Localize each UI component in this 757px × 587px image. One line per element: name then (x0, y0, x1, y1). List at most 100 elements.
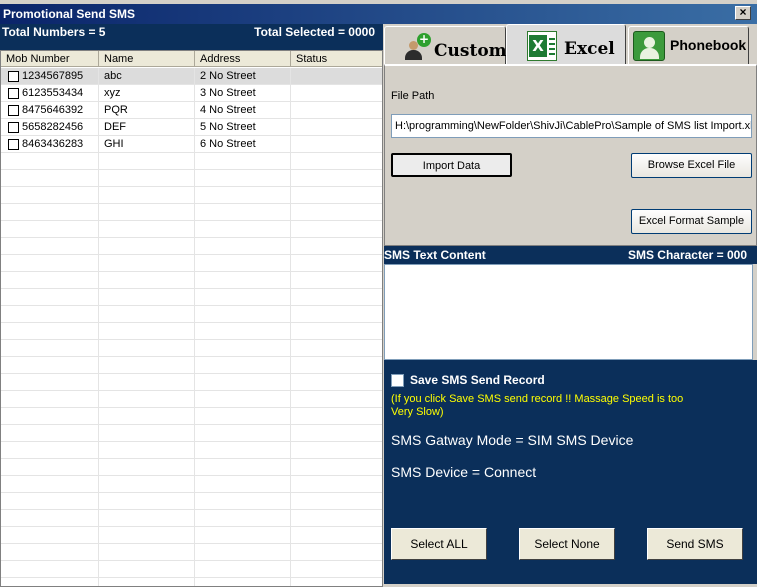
row-checkbox[interactable] (8, 71, 19, 82)
import-data-button[interactable]: Import Data (391, 153, 512, 177)
title-bar: Promotional Send SMS × (0, 4, 757, 24)
name-cell: xyz (99, 85, 195, 102)
source-tabs: + Custome X Excel Phonebook (384, 24, 757, 64)
total-selected: Total Selected = 0000 (254, 25, 375, 39)
name-cell: GHI (99, 136, 195, 153)
empty-row (1, 391, 382, 408)
sms-window: Promotional Send SMS × Total Numbers = 5… (0, 0, 757, 587)
table-row[interactable]: 6123553434 xyz 3 No Street (1, 85, 382, 102)
mob-number-cell: 8463436283 (1, 136, 99, 153)
row-checkbox[interactable] (8, 88, 19, 99)
excel-format-sample-button[interactable]: Excel Format Sample (631, 209, 752, 234)
excel-panel: File Path H:\programming\NewFolder\ShivJ… (384, 64, 757, 246)
empty-row (1, 170, 382, 187)
close-icon[interactable]: × (735, 6, 751, 20)
name-cell: PQR (99, 102, 195, 119)
status-cell (291, 119, 382, 136)
tab-excel-label: Excel (564, 39, 615, 59)
status-cell (291, 102, 382, 119)
contacts-grid: Mob Number Name Address Status 123456789… (0, 50, 383, 587)
excel-icon: X (527, 31, 557, 61)
address-cell: 6 No Street (195, 136, 291, 153)
send-panel: Save SMS Send Record (If you click Save … (384, 360, 757, 584)
add-contact-icon: + (403, 33, 431, 61)
mob-number-cell: 6123553434 (1, 85, 99, 102)
browse-excel-button[interactable]: Browse Excel File (631, 153, 752, 178)
empty-row (1, 408, 382, 425)
status-cell (291, 136, 382, 153)
select-none-button[interactable]: Select None (519, 528, 615, 560)
grid-rows: 1234567895 abc 2 No Street 6123553434 xyz 3 N… (1, 68, 382, 586)
mob-number-cell: 8475646392 (1, 102, 99, 119)
empty-row (1, 425, 382, 442)
address-cell: 2 No Street (195, 68, 291, 85)
empty-row (1, 357, 382, 374)
empty-row (1, 561, 382, 578)
col-header-address[interactable]: Address (195, 51, 291, 67)
address-cell: 5 No Street (195, 119, 291, 136)
send-sms-button[interactable]: Send SMS (647, 528, 743, 560)
phonebook-icon (633, 31, 665, 61)
mob-number-cell: 1234567895 (1, 68, 99, 85)
file-path-input[interactable]: H:\programming\NewFolder\ShivJi\CablePro… (391, 114, 752, 138)
total-numbers: Total Numbers = 5 (2, 25, 106, 39)
tab-excel[interactable]: X Excel (506, 24, 626, 64)
table-row[interactable]: 8475646392 PQR 4 No Street (1, 102, 382, 119)
address-cell: 3 No Street (195, 85, 291, 102)
contacts-pane: Total Numbers = 5 Total Selected = 0000 … (0, 24, 383, 587)
empty-row (1, 442, 382, 459)
speed-warning: (If you click Save SMS send record !! Ma… (391, 393, 684, 418)
empty-row (1, 544, 382, 561)
table-row[interactable]: 1234567895 abc 2 No Street (1, 68, 382, 85)
table-row[interactable]: 5658282456 DEF 5 No Street (1, 119, 382, 136)
col-header-mob-number[interactable]: Mob Number (1, 51, 99, 67)
empty-row (1, 493, 382, 510)
empty-row (1, 459, 382, 476)
empty-row (1, 204, 382, 221)
table-row[interactable]: 8463436283 GHI 6 No Street (1, 136, 382, 153)
empty-row (1, 153, 382, 170)
save-record-checkbox[interactable] (391, 374, 404, 387)
mob-number-cell: 5658282456 (1, 119, 99, 136)
empty-row (1, 323, 382, 340)
row-checkbox[interactable] (8, 105, 19, 116)
sms-text-area[interactable] (384, 264, 753, 360)
save-record-label[interactable]: Save SMS Send Record (410, 373, 545, 387)
address-cell: 4 No Street (195, 102, 291, 119)
window-title: Promotional Send SMS (3, 7, 136, 21)
name-cell: DEF (99, 119, 195, 136)
file-path-label: File Path (391, 90, 435, 102)
tab-custome-label: Custome (434, 41, 518, 61)
empty-row (1, 289, 382, 306)
tab-phonebook[interactable]: Phonebook (628, 26, 749, 64)
empty-row (1, 374, 382, 391)
empty-row (1, 272, 382, 289)
empty-row (1, 255, 382, 272)
name-cell: abc (99, 68, 195, 85)
gateway-mode-status: SMS Gatway Mode = SIM SMS Device (391, 432, 634, 448)
sms-content-label: SMS Text Content (384, 248, 486, 262)
empty-row (1, 238, 382, 255)
empty-row (1, 221, 382, 238)
col-header-name[interactable]: Name (99, 51, 195, 67)
col-header-status[interactable]: Status (291, 51, 382, 67)
contacts-summary-bar: Total Numbers = 5 Total Selected = 0000 (0, 24, 383, 50)
empty-row (1, 306, 382, 323)
row-checkbox[interactable] (8, 139, 19, 150)
grid-header: Mob Number Name Address Status (1, 51, 382, 67)
sms-character-count: SMS Character = 000 (627, 248, 747, 262)
empty-row (1, 340, 382, 357)
empty-row (1, 510, 382, 527)
device-status: SMS Device = Connect (391, 464, 537, 480)
status-cell (291, 85, 382, 102)
select-all-button[interactable]: Select ALL (391, 528, 487, 560)
tab-custome[interactable]: + Custome (384, 26, 517, 64)
empty-row (1, 578, 382, 586)
empty-row (1, 187, 382, 204)
status-cell (291, 68, 382, 85)
empty-row (1, 476, 382, 493)
empty-row (1, 527, 382, 544)
tab-phonebook-label: Phonebook (670, 37, 747, 53)
sms-content-header: SMS Text Content SMS Character = 000 (384, 246, 757, 264)
row-checkbox[interactable] (8, 122, 19, 133)
